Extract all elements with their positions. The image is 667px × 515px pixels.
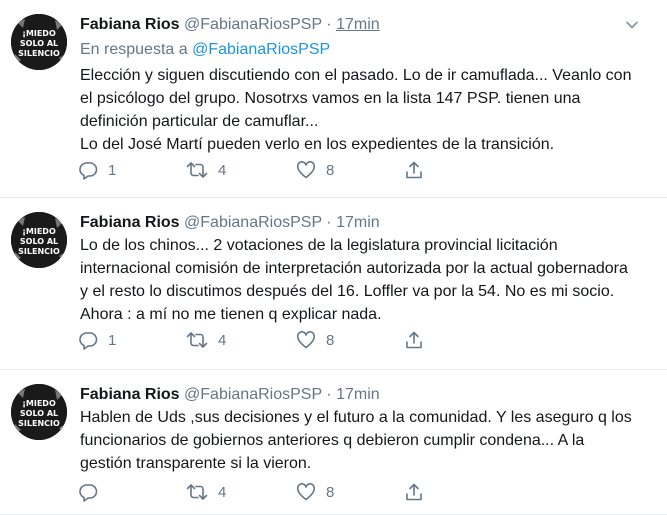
tweet-text: Elección y siguen discutiendo con el pas… — [80, 67, 632, 153]
share-button[interactable] — [404, 481, 424, 503]
avatar-text: SILENCIO — [18, 247, 60, 256]
like-icon — [296, 331, 316, 349]
retweet-count: 4 — [218, 161, 227, 179]
author-name[interactable]: Fabiana Rios — [80, 386, 180, 403]
avatar-text: ¡MIEDO — [22, 227, 56, 236]
reply-icon — [79, 162, 98, 180]
tweet[interactable]: ¡MIEDO SOLO AL SILENCIO Fabiana Rios @Fa… — [0, 0, 667, 198]
tweet-actions: 4 8 — [78, 481, 438, 503]
retweet-button[interactable]: 4 — [186, 159, 226, 181]
tweet-timestamp[interactable]: 17min — [336, 214, 380, 231]
reply-button[interactable]: 1 — [78, 159, 116, 181]
reply-icon — [79, 332, 98, 350]
author-name[interactable]: Fabiana Rios — [80, 16, 180, 33]
share-icon — [406, 331, 422, 349]
avatar-text: SILENCIO — [18, 49, 60, 58]
avatar[interactable]: ¡MIEDO SOLO AL SILENCIO — [11, 14, 67, 70]
like-button[interactable]: 8 — [296, 481, 334, 503]
retweet-button[interactable]: 4 — [186, 481, 226, 503]
tweet-text: Lo de los chinos... 2 votaciones de la l… — [80, 237, 628, 323]
reply-count: 1 — [108, 331, 117, 349]
separator-dot: · — [326, 386, 332, 403]
share-icon — [406, 161, 422, 179]
tweet-actions: 1 4 8 — [78, 159, 438, 181]
author-handle[interactable]: @FabianaRiosPSP — [184, 214, 322, 231]
avatar[interactable]: ¡MIEDO SOLO AL SILENCIO — [11, 384, 67, 440]
tweet-timestamp[interactable]: 17min — [336, 386, 380, 403]
reply-icon — [79, 484, 98, 502]
share-button[interactable] — [404, 159, 424, 181]
avatar-text: SOLO AL — [20, 409, 58, 418]
avatar-text: SOLO AL — [20, 237, 58, 246]
like-button[interactable]: 8 — [296, 159, 334, 181]
retweet-count: 4 — [218, 483, 227, 501]
tweet-header: Fabiana Rios @FabianaRiosPSP · 17min — [80, 15, 627, 35]
reply-count: 1 — [108, 161, 117, 179]
avatar-text: SOLO AL — [20, 39, 58, 48]
tweet-timestamp[interactable]: 17min — [336, 16, 380, 33]
reply-button[interactable]: 1 — [78, 329, 116, 351]
like-icon — [296, 161, 316, 179]
avatar[interactable]: ¡MIEDO SOLO AL SILENCIO — [11, 212, 67, 268]
avatar-text: ¡MIEDO — [22, 399, 56, 408]
reply-button[interactable] — [78, 481, 108, 503]
author-name[interactable]: Fabiana Rios — [80, 214, 180, 231]
author-handle[interactable]: @FabianaRiosPSP — [184, 386, 322, 403]
like-count: 8 — [326, 483, 335, 501]
like-icon — [296, 483, 316, 501]
tweet[interactable]: ¡MIEDO SOLO AL SILENCIO Fabiana Rios @Fa… — [0, 370, 667, 515]
reply-prefix: En respuesta a — [80, 41, 188, 58]
tweet[interactable]: ¡MIEDO SOLO AL SILENCIO Fabiana Rios @Fa… — [0, 198, 667, 370]
tweet-header: Fabiana Rios @FabianaRiosPSP · 17min — [80, 385, 627, 405]
retweet-count: 4 — [218, 331, 227, 349]
avatar-text: ¡MIEDO — [22, 29, 56, 38]
separator-dot: · — [326, 16, 332, 33]
retweet-icon — [186, 162, 208, 178]
tweet-actions: 1 4 8 — [78, 329, 438, 351]
tweet-text: Hablen de Uds ,sus decisiones y el futur… — [80, 409, 632, 472]
retweet-icon — [186, 332, 208, 348]
share-icon — [406, 483, 422, 501]
tweet-header: Fabiana Rios @FabianaRiosPSP · 17min — [80, 213, 627, 233]
separator-dot: · — [326, 214, 332, 231]
like-count: 8 — [326, 331, 335, 349]
timeline: ¡MIEDO SOLO AL SILENCIO Fabiana Rios @Fa… — [0, 0, 667, 515]
like-button[interactable]: 8 — [296, 329, 334, 351]
share-button[interactable] — [404, 329, 424, 351]
chevron-down-icon[interactable] — [625, 18, 639, 32]
retweet-button[interactable]: 4 — [186, 329, 226, 351]
retweet-icon — [186, 484, 208, 500]
reply-handle-link[interactable]: @FabianaRiosPSP — [192, 41, 330, 58]
author-handle[interactable]: @FabianaRiosPSP — [184, 16, 322, 33]
avatar-text: SILENCIO — [18, 419, 60, 428]
reply-context: En respuesta a @FabianaRiosPSP — [80, 40, 330, 60]
like-count: 8 — [326, 161, 335, 179]
